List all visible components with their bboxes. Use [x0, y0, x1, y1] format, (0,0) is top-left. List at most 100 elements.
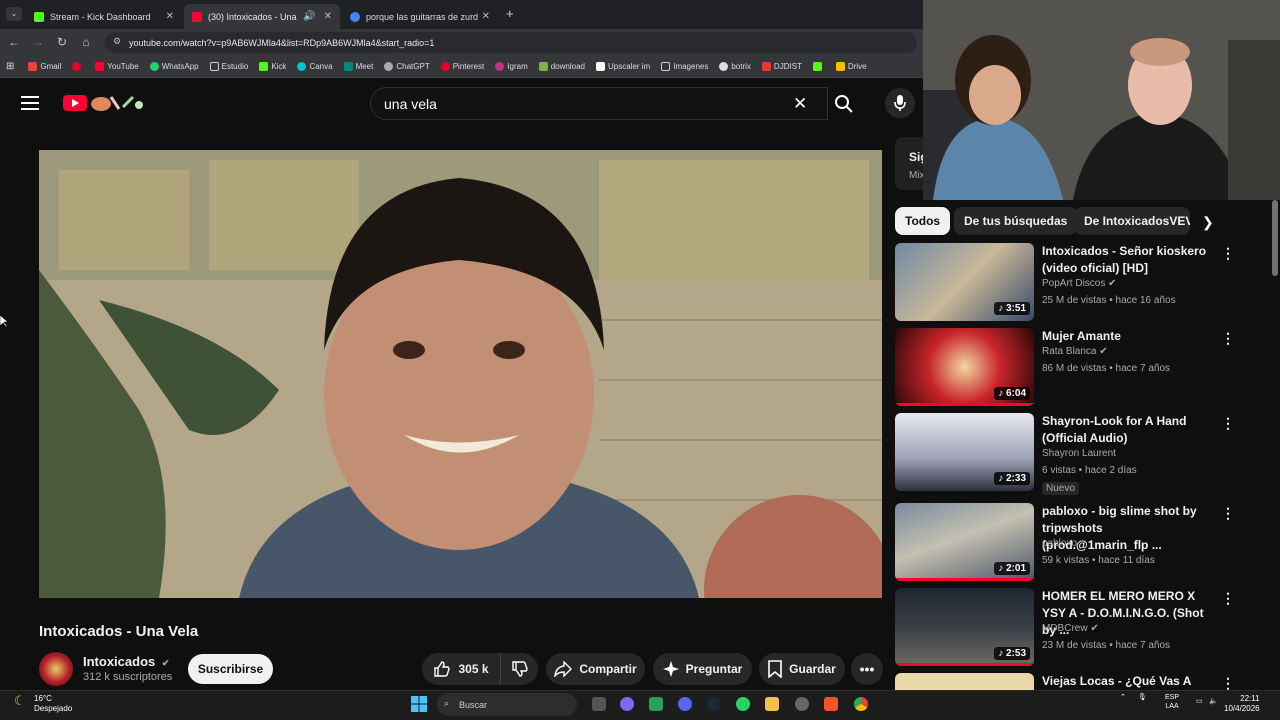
bookmark-whatsapp[interactable]: WhatsApp — [149, 61, 199, 71]
bookmark-imagenes[interactable]: Imagenes — [661, 61, 708, 71]
video-thumbnail[interactable]: ♪ 2:01 — [895, 503, 1034, 581]
reload-icon[interactable]: ↻ — [50, 35, 74, 49]
chip-todos[interactable]: Todos — [895, 207, 951, 235]
scrollbar-thumb[interactable] — [1272, 200, 1278, 276]
network-icon[interactable]: ▭ — [1196, 697, 1203, 705]
tray-chevron-icon[interactable]: ⌃ — [1120, 694, 1126, 701]
search-input[interactable]: una vela ✕ — [370, 87, 828, 120]
bookmark-gmail[interactable]: Gmail — [28, 61, 61, 71]
clear-search-icon[interactable]: ✕ — [793, 94, 807, 114]
bookmark-igram[interactable]: Igram — [495, 61, 528, 71]
chevron-right-icon[interactable]: ❯ — [1202, 214, 1214, 231]
ask-button[interactable]: Preguntar — [653, 653, 752, 685]
video-player[interactable] — [39, 150, 882, 598]
new-tab-button[interactable]: + — [506, 6, 514, 21]
volume-icon[interactable]: 🔈 — [1209, 697, 1218, 705]
chrome-icon[interactable] — [854, 697, 868, 711]
whatsapp-icon[interactable] — [736, 697, 750, 711]
more-options-icon[interactable]: ⋮ — [1221, 505, 1235, 522]
subscribe-button[interactable]: Suscribirse — [188, 654, 273, 684]
bookmark-kick[interactable]: Kick — [259, 61, 286, 71]
windows-start-icon[interactable] — [411, 696, 427, 712]
doodle-logo-icon[interactable] — [89, 93, 147, 113]
video-thumbnail[interactable] — [895, 673, 1034, 690]
speaker-icon[interactable]: 🔊 — [303, 11, 315, 22]
tab-google[interactable]: porque las guitarras de zurdo s ✕ — [342, 4, 498, 29]
sheets-icon[interactable] — [649, 697, 663, 711]
apps-icon[interactable]: ⊞ — [6, 61, 14, 72]
recommendation-item[interactable]: ♪ 2:53 HOMER EL MERO MERO X YSY A - D.O.… — [895, 588, 1265, 672]
video-thumbnail[interactable]: ♪ 6:04 — [895, 328, 1034, 406]
steam-icon[interactable] — [707, 697, 721, 711]
share-button[interactable]: Compartir — [546, 653, 645, 685]
bookmark-meet[interactable]: Meet — [343, 61, 373, 71]
more-options-icon[interactable]: ⋮ — [1221, 330, 1235, 347]
save-button[interactable]: Guardar — [759, 653, 845, 685]
close-tab-icon[interactable]: ✕ — [324, 11, 332, 22]
close-tab-icon[interactable]: ✕ — [482, 11, 490, 22]
hamburger-menu-icon[interactable] — [21, 96, 39, 110]
address-bar[interactable]: ⚙ youtube.com/watch?v=p9AB6WJMla4&list=R… — [105, 32, 917, 53]
bookmark-drive[interactable]: Drive — [835, 61, 867, 71]
recommendation-channel: Shayron Laurent — [1042, 448, 1116, 459]
home-icon[interactable]: ⌂ — [74, 35, 98, 49]
brave-icon[interactable] — [824, 697, 838, 711]
video-thumbnail[interactable]: ♪ 2:53 — [895, 588, 1034, 666]
bookmark-pinned[interactable] — [72, 61, 84, 71]
more-options-icon[interactable]: ⋮ — [1221, 415, 1235, 432]
like-button[interactable]: 305 k — [422, 653, 500, 685]
recommendation-item[interactable]: ♪ 6:04 Mujer Amante Rata Blanca ✔ 86 M d… — [895, 328, 1265, 412]
recommendation-item[interactable]: ♪ 3:51 Intoxicados - Señor kioskero (vid… — [895, 243, 1265, 327]
app-icon[interactable] — [795, 697, 809, 711]
channel-name[interactable]: Intoxicados ✔ — [83, 654, 169, 669]
tab-youtube[interactable]: (30) Intoxicados - Una Vela 🔊 ✕ — [184, 4, 340, 29]
copilot-icon[interactable] — [620, 697, 634, 711]
more-options-icon[interactable]: ⋮ — [1221, 245, 1235, 262]
discord-icon[interactable] — [678, 697, 692, 711]
voice-search-button[interactable] — [885, 88, 915, 118]
file-explorer-icon[interactable] — [765, 697, 779, 711]
close-tab-icon[interactable]: ✕ — [166, 11, 174, 22]
video-thumbnail[interactable]: ♪ 3:51 — [895, 243, 1034, 321]
bookmark-download[interactable]: download — [538, 61, 585, 71]
bookmark-youtube[interactable]: YouTube — [95, 61, 139, 71]
bookmark-botrix[interactable]: botrix — [719, 61, 751, 71]
chip-de-intoxicados-vevo[interactable]: De IntoxicadosVEVO — [1074, 207, 1190, 235]
channel-avatar[interactable] — [39, 652, 73, 686]
drive-icon — [835, 61, 845, 71]
bookmark-upscaler[interactable]: Upscaler im — [595, 61, 650, 71]
tab-kick[interactable]: Stream - Kick Dashboard ✕ — [26, 4, 182, 29]
tab-search-button[interactable]: ⌄ — [6, 7, 22, 21]
more-options-icon[interactable]: ⋮ — [1221, 590, 1235, 607]
forward-icon[interactable]: → — [26, 35, 50, 49]
more-actions-icon[interactable]: ••• — [851, 653, 883, 685]
microphone-icon — [894, 95, 906, 111]
chip-de-tus-busquedas[interactable]: De tus búsquedas — [954, 207, 1078, 235]
video-thumbnail[interactable]: ♪ 2:33 — [895, 413, 1034, 491]
taskbar-search[interactable]: ⌕ Buscar — [437, 693, 577, 716]
back-icon[interactable]: ← — [2, 35, 26, 49]
recommendation-item[interactable]: Viejas Locas - ¿Qué Vas A ⋮ — [895, 673, 1265, 690]
youtube-logo-icon[interactable] — [63, 95, 87, 111]
more-options-icon[interactable]: ⋮ — [1221, 675, 1235, 690]
system-tray[interactable]: ⌃ 🎙 ESP LAA ▭ 🔈 — [1120, 693, 1218, 710]
dislike-button[interactable] — [500, 653, 538, 685]
bookmark-chatgpt[interactable]: ChatGPT — [384, 61, 430, 71]
clock[interactable]: 22:11 10/4/2026 — [1224, 694, 1260, 714]
weather-widget[interactable]: ☾ 16°C Despejado — [14, 694, 72, 714]
microphone-tray-icon[interactable]: 🎙 — [1138, 694, 1147, 701]
site-info-icon[interactable]: ⚙ — [113, 36, 121, 47]
recommendation-item[interactable]: ♪ 2:01 pabloxo - big slime shot by tripw… — [895, 503, 1265, 587]
browser-toolbar: ← → ↻ ⌂ ⚙ youtube.com/watch?v=p9AB6WJMla… — [0, 29, 923, 55]
bookmark-canva[interactable]: Canva — [297, 61, 333, 71]
bookmark-d[interactable] — [812, 61, 825, 71]
bookmark-djdist[interactable]: DJDIST — [761, 61, 802, 71]
whatsapp-icon — [149, 61, 159, 71]
bookmark-estudio[interactable]: Estudio — [209, 61, 248, 71]
recommendation-item[interactable]: ♪ 2:33 Shayron-Look for A Hand (Official… — [895, 413, 1265, 497]
bookmark-pinterest[interactable]: Pinterest — [440, 61, 484, 71]
language-indicator[interactable]: ESP LAA — [1165, 693, 1179, 711]
task-view-icon[interactable] — [592, 697, 606, 711]
duration-text: 3:51 — [1005, 303, 1026, 314]
search-button[interactable] — [826, 87, 862, 120]
